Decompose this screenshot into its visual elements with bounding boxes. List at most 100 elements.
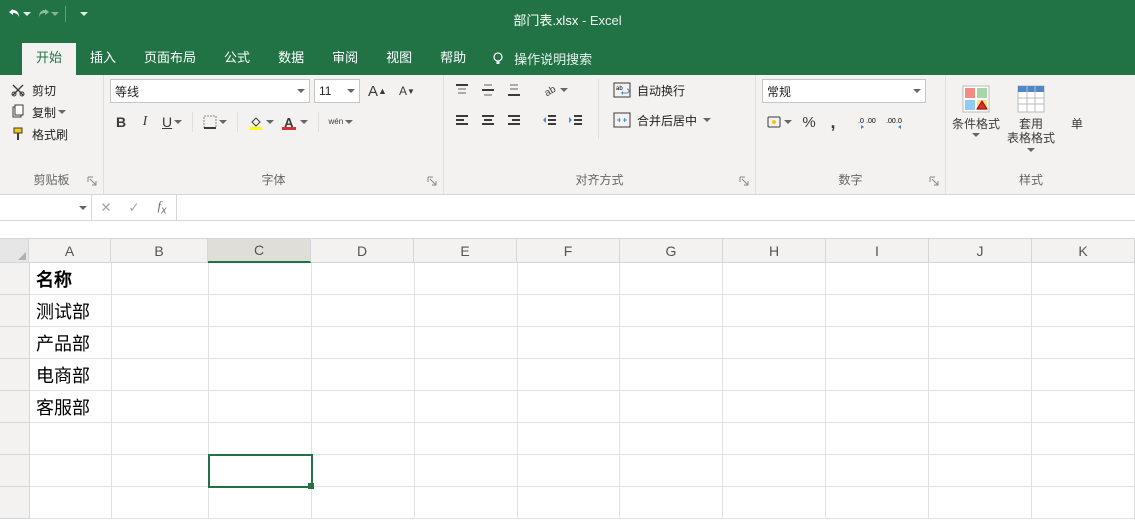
tab-review[interactable]: 审阅 xyxy=(318,39,372,75)
cell-H8[interactable] xyxy=(723,487,826,519)
cell-C2[interactable] xyxy=(209,295,312,327)
tab-page-layout[interactable]: 页面布局 xyxy=(130,39,210,75)
enter-formula-button[interactable]: ✓ xyxy=(120,197,148,219)
row-header-6[interactable] xyxy=(0,423,30,455)
shrink-font-button[interactable]: A▼ xyxy=(395,80,419,102)
cell-C1[interactable] xyxy=(209,263,312,295)
tab-view[interactable]: 视图 xyxy=(372,39,426,75)
cell-J2[interactable] xyxy=(929,295,1032,327)
name-box[interactable] xyxy=(0,195,92,220)
cell-I4[interactable] xyxy=(826,359,929,391)
redo-button[interactable] xyxy=(34,3,60,25)
alignment-launcher[interactable] xyxy=(737,174,751,188)
cell-I6[interactable] xyxy=(826,423,929,455)
cell-J8[interactable] xyxy=(929,487,1032,519)
format-as-table-button[interactable]: 套用 表格格式 xyxy=(1002,79,1060,154)
row-header-7[interactable] xyxy=(0,455,30,487)
cell-I5[interactable] xyxy=(826,391,929,423)
underline-button[interactable]: U xyxy=(158,111,186,133)
cell-B2[interactable] xyxy=(112,295,209,327)
cell-H7[interactable] xyxy=(723,455,826,487)
cell-J6[interactable] xyxy=(929,423,1032,455)
align-middle-button[interactable] xyxy=(476,79,500,101)
row-header-2[interactable] xyxy=(0,295,30,327)
cell-J1[interactable] xyxy=(929,263,1032,295)
cell-B1[interactable] xyxy=(112,263,209,295)
increase-indent-button[interactable] xyxy=(564,109,588,131)
decrease-indent-button[interactable] xyxy=(538,109,562,131)
tab-data[interactable]: 数据 xyxy=(264,39,318,75)
cell-K6[interactable] xyxy=(1032,423,1135,455)
font-color-button[interactable]: A xyxy=(280,111,311,133)
cell-A4[interactable]: 电商部 xyxy=(30,359,112,391)
row-header-8[interactable] xyxy=(0,487,30,519)
cell-A7[interactable] xyxy=(30,455,112,487)
grow-font-button[interactable]: A▲ xyxy=(364,80,391,102)
font-size-combo[interactable]: 11 xyxy=(314,79,360,103)
cell-J5[interactable] xyxy=(929,391,1032,423)
select-all-corner[interactable] xyxy=(0,239,29,263)
cell-K7[interactable] xyxy=(1032,455,1135,487)
comma-button[interactable]: , xyxy=(822,111,844,133)
cell-C6[interactable] xyxy=(209,423,312,455)
font-name-combo[interactable]: 等线 xyxy=(110,79,310,103)
cell-K1[interactable] xyxy=(1032,263,1135,295)
cell-I8[interactable] xyxy=(826,487,929,519)
increase-decimal-button[interactable]: .0.00 xyxy=(854,111,880,133)
cell-A1[interactable]: 名称 xyxy=(30,263,112,295)
cell-G1[interactable] xyxy=(620,263,723,295)
cell-D5[interactable] xyxy=(312,391,415,423)
column-header-C[interactable]: C xyxy=(208,239,311,263)
merge-center-button[interactable]: 合并后居中 xyxy=(609,109,711,131)
cell-I2[interactable] xyxy=(826,295,929,327)
cell-E3[interactable] xyxy=(415,327,518,359)
orientation-button[interactable]: ab xyxy=(538,79,572,101)
cell-E8[interactable] xyxy=(415,487,518,519)
cell-G6[interactable] xyxy=(620,423,723,455)
align-center-button[interactable] xyxy=(476,109,500,131)
cell-A5[interactable]: 客服部 xyxy=(30,391,112,423)
cell-G5[interactable] xyxy=(620,391,723,423)
tell-me-search[interactable]: 操作说明搜索 xyxy=(480,49,602,75)
cell-F2[interactable] xyxy=(518,295,621,327)
cell-G8[interactable] xyxy=(620,487,723,519)
cell-H3[interactable] xyxy=(723,327,826,359)
cell-F5[interactable] xyxy=(518,391,621,423)
column-header-A[interactable]: A xyxy=(29,239,111,263)
cell-E5[interactable] xyxy=(415,391,518,423)
column-header-G[interactable]: G xyxy=(620,239,723,263)
qat-customize[interactable] xyxy=(71,3,97,25)
percent-button[interactable]: % xyxy=(798,111,820,133)
bold-button[interactable]: B xyxy=(110,111,132,133)
cell-H5[interactable] xyxy=(723,391,826,423)
cell-C8[interactable] xyxy=(209,487,312,519)
cell-F3[interactable] xyxy=(518,327,621,359)
cell-B6[interactable] xyxy=(112,423,209,455)
cell-F4[interactable] xyxy=(518,359,621,391)
border-button[interactable] xyxy=(199,111,231,133)
cell-C4[interactable] xyxy=(209,359,312,391)
undo-button[interactable] xyxy=(6,3,32,25)
cell-H4[interactable] xyxy=(723,359,826,391)
column-header-D[interactable]: D xyxy=(311,239,414,263)
cell-C5[interactable] xyxy=(209,391,312,423)
fill-color-button[interactable] xyxy=(244,111,278,133)
tab-help[interactable]: 帮助 xyxy=(426,39,480,75)
tab-formulas[interactable]: 公式 xyxy=(210,39,264,75)
cell-A6[interactable] xyxy=(30,423,112,455)
cell-C7[interactable] xyxy=(209,455,312,487)
cell-B7[interactable] xyxy=(112,455,209,487)
cell-E6[interactable] xyxy=(415,423,518,455)
cell-C3[interactable] xyxy=(209,327,312,359)
column-header-F[interactable]: F xyxy=(517,239,620,263)
cell-D2[interactable] xyxy=(312,295,415,327)
cell-G4[interactable] xyxy=(620,359,723,391)
cell-H2[interactable] xyxy=(723,295,826,327)
align-top-button[interactable] xyxy=(450,79,474,101)
cut-button[interactable]: 剪切 xyxy=(6,79,97,101)
align-right-button[interactable] xyxy=(502,109,526,131)
cell-D7[interactable] xyxy=(312,455,415,487)
decrease-decimal-button[interactable]: .00.0 xyxy=(882,111,908,133)
cell-D6[interactable] xyxy=(312,423,415,455)
column-header-K[interactable]: K xyxy=(1032,239,1135,263)
